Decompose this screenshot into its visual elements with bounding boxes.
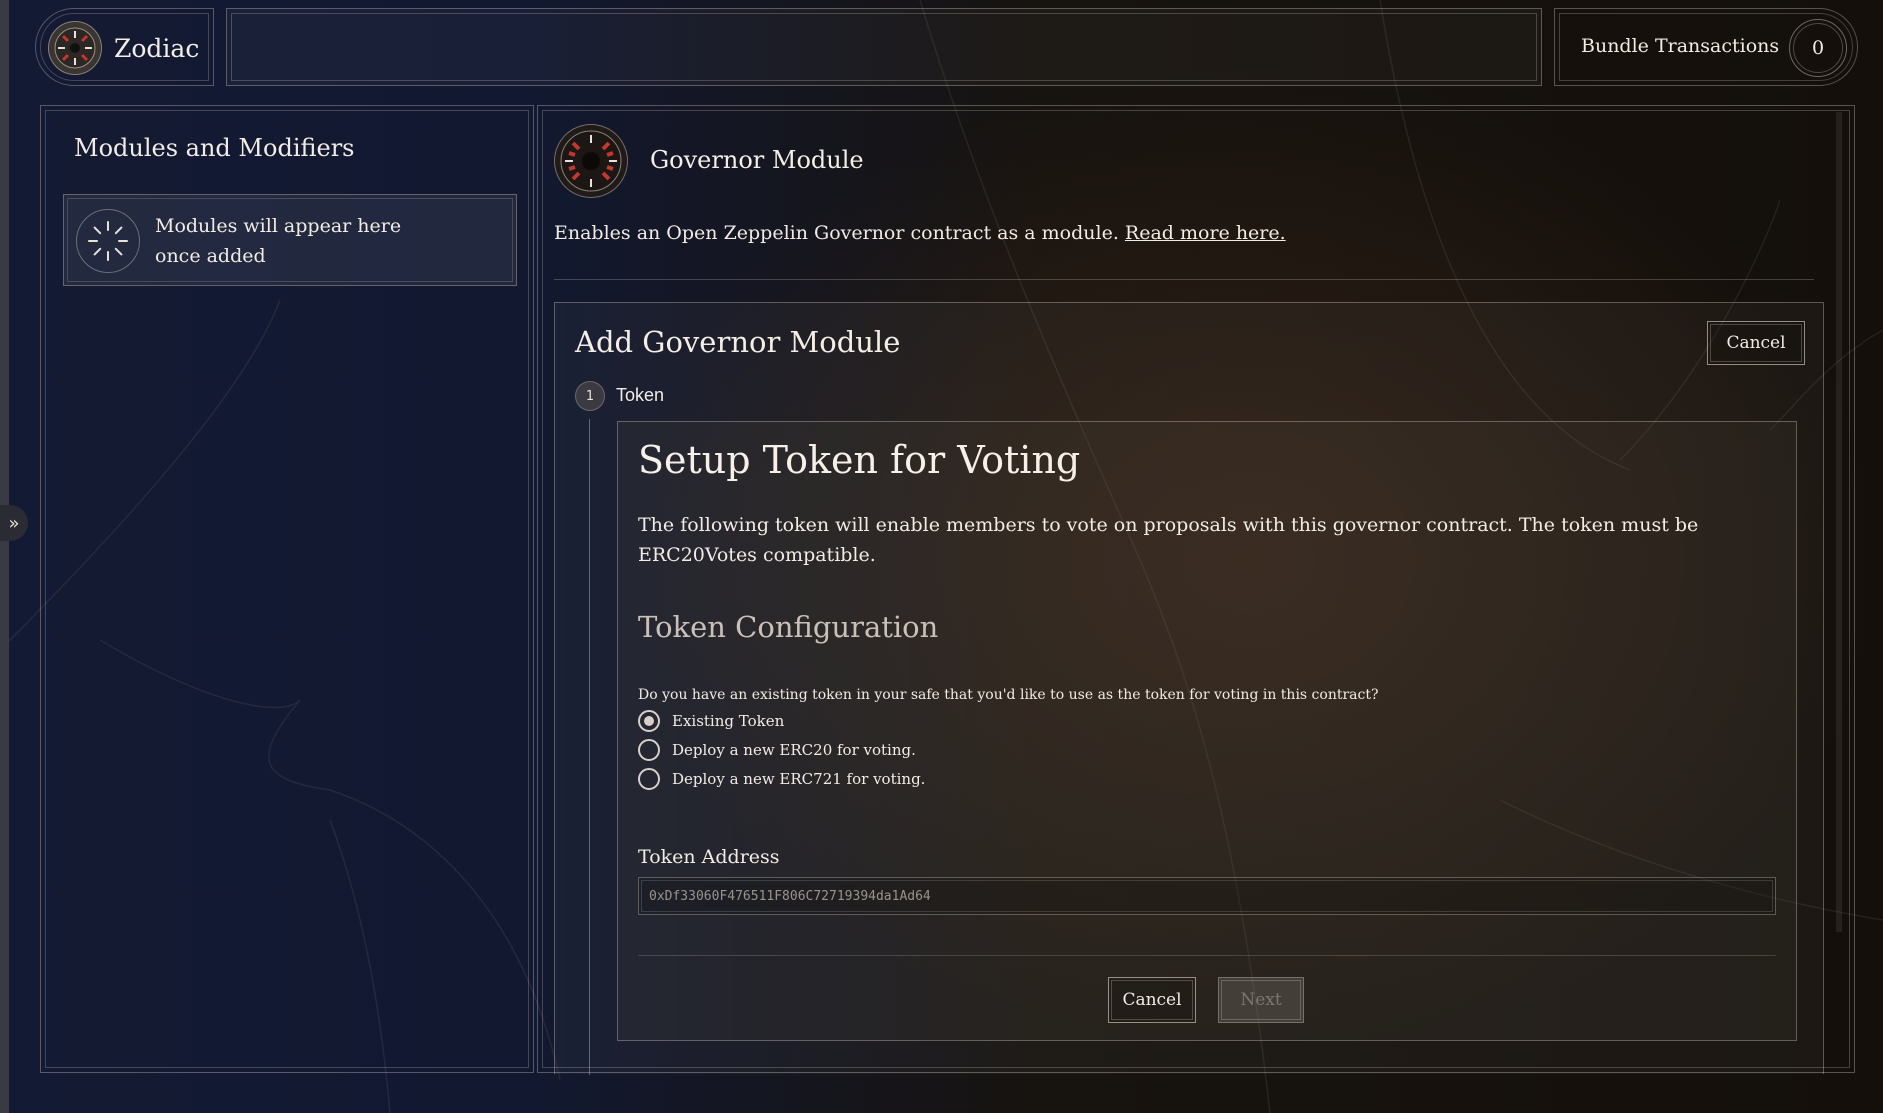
bundle-transactions-button[interactable]: Bundle Transactions 0 — [1554, 8, 1858, 86]
read-more-link[interactable]: Read more here. — [1125, 222, 1286, 244]
governor-module-icon — [554, 124, 628, 198]
setup-description: The following token will enable members … — [638, 514, 1699, 566]
token-configuration-title: Token Configuration — [638, 610, 939, 644]
cancel-add-module-button[interactable]: Cancel — [1707, 321, 1805, 365]
card-divider — [638, 955, 1776, 956]
token-question: Do you have an existing token in your sa… — [638, 687, 1379, 703]
radio-button[interactable] — [638, 739, 660, 761]
radio-label: Deploy a new ERC20 for voting. — [672, 741, 916, 759]
double-chevron-right-icon: » — [8, 512, 20, 534]
cancel-button[interactable]: Cancel — [1108, 977, 1196, 1023]
radio-button[interactable] — [638, 768, 660, 790]
radio-deploy-erc721[interactable]: Deploy a new ERC721 for voting. — [638, 768, 925, 790]
sidebar-title: Modules and Modifiers — [74, 134, 355, 162]
setup-token-card: Setup Token for Voting The following tok… — [617, 421, 1797, 1041]
zodiac-logo-icon — [48, 21, 102, 75]
setup-title: Setup Token for Voting — [638, 438, 1081, 482]
radio-deploy-erc20[interactable]: Deploy a new ERC20 for voting. — [638, 739, 916, 761]
section-divider — [554, 279, 1814, 280]
token-address-label: Token Address — [638, 846, 780, 868]
module-title: Governor Module — [650, 146, 864, 174]
add-module-panel: Add Governor Module Cancel 1 Token Setup… — [554, 302, 1824, 1075]
radio-button-selected[interactable] — [638, 710, 660, 732]
radio-label: Existing Token — [672, 712, 785, 730]
modules-sidebar: Modules and Modifiers Modules will appea… — [40, 105, 534, 1073]
step-number: 1 — [585, 388, 595, 404]
main-panel: Governor Module Enables an Open Zeppelin… — [537, 105, 1855, 1075]
app-name: Zodiac — [114, 33, 200, 63]
bundle-count: 0 — [1811, 37, 1825, 59]
bundle-transactions-label: Bundle Transactions — [1581, 35, 1780, 57]
main-scrollbar[interactable] — [1836, 112, 1842, 932]
radio-label: Deploy a new ERC721 for voting. — [672, 770, 926, 788]
loading-spinner-icon — [76, 209, 140, 273]
token-address-value: 0xDf33060F476511F806C72719394da1Ad64 — [649, 888, 931, 904]
step-label: Token — [616, 385, 665, 405]
top-bar-center — [226, 8, 1542, 86]
radio-existing-token[interactable]: Existing Token — [638, 710, 784, 732]
modules-empty-text: Modules will appear here once added — [155, 211, 415, 271]
expand-sidebar-button[interactable]: » — [0, 505, 28, 541]
empty-line-1: Modules will appear here — [155, 215, 402, 237]
modules-empty-state: Modules will appear here once added — [63, 194, 517, 286]
add-module-title: Add Governor Module — [575, 325, 901, 359]
token-address-input[interactable]: 0xDf33060F476511F806C72719394da1Ad64 — [638, 877, 1776, 915]
left-edge-strip — [0, 0, 9, 1113]
next-button[interactable]: Next — [1218, 977, 1304, 1023]
bundle-count-badge: 0 — [1789, 19, 1847, 77]
step-number-badge: 1 — [575, 381, 605, 411]
empty-line-2: once added — [155, 245, 266, 267]
step-connector-line — [589, 419, 590, 1075]
app-logo-box[interactable]: Zodiac — [35, 8, 214, 86]
module-description-text: Enables an Open Zeppelin Governor contra… — [554, 222, 1119, 244]
module-description: Enables an Open Zeppelin Governor contra… — [554, 222, 1286, 244]
